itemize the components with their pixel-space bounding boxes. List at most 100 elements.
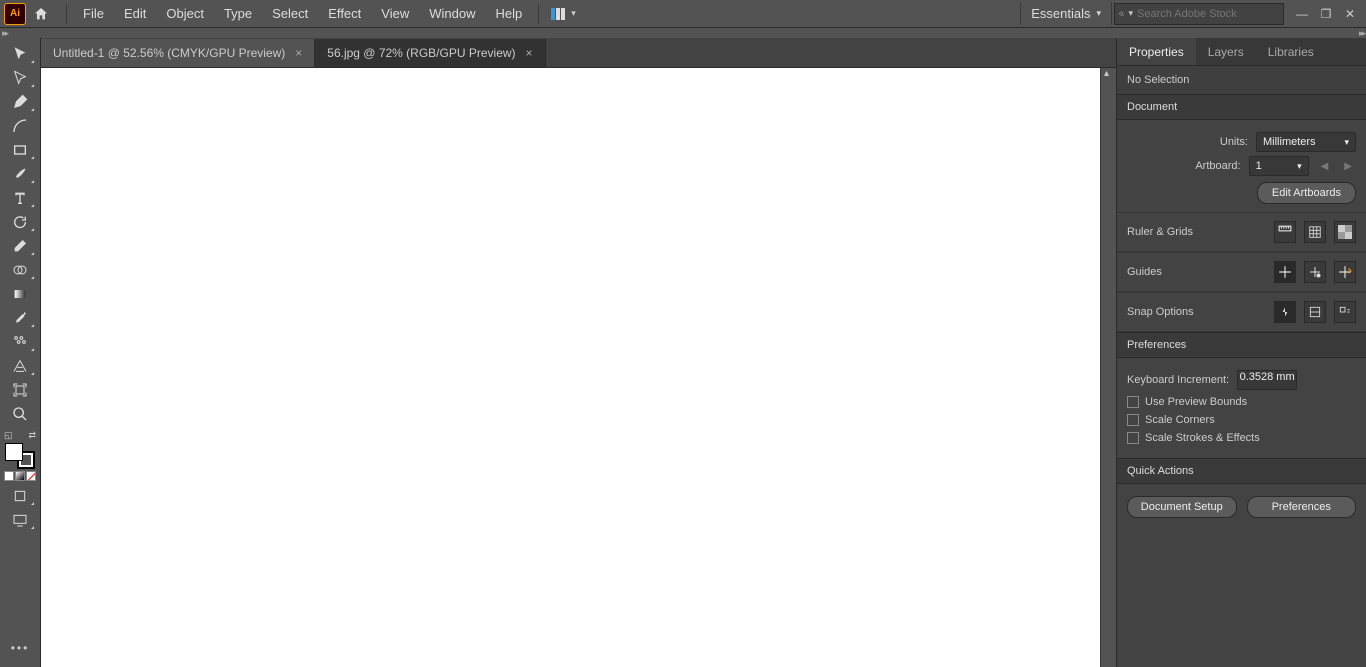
screen-mode-button[interactable]: [4, 508, 36, 531]
panel-tab-libraries[interactable]: Libraries: [1256, 38, 1326, 65]
document-area: Untitled-1 @ 52.56% (CMYK/GPU Preview) ×…: [41, 38, 1116, 667]
document-tab[interactable]: 56.jpg @ 72% (RGB/GPU Preview) ×: [315, 39, 545, 67]
document-tab[interactable]: Untitled-1 @ 52.56% (CMYK/GPU Preview) ×: [41, 39, 315, 67]
chevron-down-icon: ▾: [1297, 161, 1302, 172]
home-button[interactable]: [28, 1, 54, 27]
panel-tab-bar: Properties Layers Libraries: [1117, 38, 1366, 66]
symbol-sprayer-tool[interactable]: [4, 330, 36, 353]
properties-panel: Properties Layers Libraries No Selection…: [1116, 38, 1366, 667]
units-label: Units:: [1220, 136, 1248, 148]
menu-help[interactable]: Help: [485, 2, 532, 25]
color-mode-none[interactable]: [26, 471, 36, 481]
close-icon[interactable]: ×: [295, 46, 302, 60]
type-tool[interactable]: [4, 186, 36, 209]
vertical-scrollbar[interactable]: [1100, 68, 1116, 667]
smart-guides-icon[interactable]: [1334, 261, 1356, 283]
minimize-button[interactable]: —: [1290, 4, 1314, 24]
ruler-grids-label: Ruler & Grids: [1127, 226, 1193, 238]
menu-effect[interactable]: Effect: [318, 2, 371, 25]
swap-colors-icon[interactable]: ⇄: [28, 430, 36, 441]
menu-file[interactable]: File: [73, 2, 114, 25]
tab-label: 56.jpg @ 72% (RGB/GPU Preview): [327, 46, 515, 60]
panel-tab-properties[interactable]: Properties: [1117, 38, 1196, 65]
chevron-down-icon: ▾: [1128, 8, 1133, 19]
maximize-button[interactable]: ❐: [1314, 4, 1338, 24]
keyboard-increment-input[interactable]: 0.3528 mm: [1237, 370, 1297, 390]
artboard-value: 1: [1256, 160, 1262, 172]
prev-artboard-button[interactable]: ◀: [1317, 161, 1333, 172]
edit-toolbar-button[interactable]: •••: [7, 637, 34, 659]
keyboard-increment-label: Keyboard Increment:: [1127, 374, 1229, 386]
menubar: Ai File Edit Object Type Select Effect V…: [0, 0, 1366, 28]
search-icon: [1119, 8, 1124, 20]
default-colors-icon[interactable]: ◱: [4, 430, 13, 441]
direct-selection-tool[interactable]: [4, 66, 36, 89]
menu-window[interactable]: Window: [419, 2, 485, 25]
section-preferences-heading: Preferences: [1117, 332, 1366, 358]
menu-view[interactable]: View: [371, 2, 419, 25]
snap-to-pixel-icon[interactable]: [1334, 301, 1356, 323]
separator: [66, 4, 67, 24]
check-use-preview-bounds[interactable]: Use Preview Bounds: [1127, 396, 1356, 408]
next-artboard-button[interactable]: ▶: [1340, 161, 1356, 172]
rotate-tool[interactable]: [4, 210, 36, 233]
eraser-tool[interactable]: [4, 234, 36, 257]
canvas[interactable]: [41, 68, 1100, 667]
artboard-label: Artboard:: [1195, 160, 1240, 172]
dock-collapse-bar: ▸▸ ▸▸: [0, 28, 1366, 38]
menu-object[interactable]: Object: [156, 2, 214, 25]
curvature-tool[interactable]: [4, 114, 36, 137]
fill-stroke-swatch[interactable]: [5, 443, 35, 469]
gradient-tool[interactable]: [4, 282, 36, 305]
lock-guides-icon[interactable]: [1304, 261, 1326, 283]
draw-mode-row: [4, 471, 36, 481]
draw-normal-icon[interactable]: [4, 484, 36, 507]
expand-toolbar-icon[interactable]: ▸▸: [2, 28, 7, 38]
snap-to-point-icon[interactable]: [1274, 301, 1296, 323]
check-scale-strokes-effects[interactable]: Scale Strokes & Effects: [1127, 432, 1356, 444]
shape-builder-tool[interactable]: [4, 258, 36, 281]
menu-select[interactable]: Select: [262, 2, 318, 25]
arrange-documents-button[interactable]: ▾: [545, 6, 582, 22]
perspective-grid-tool[interactable]: [4, 354, 36, 377]
collapse-panel-icon[interactable]: ▸▸: [1359, 28, 1364, 38]
menu-type[interactable]: Type: [214, 2, 262, 25]
app-logo-icon: Ai: [4, 3, 26, 25]
workspace-label: Essentials: [1031, 6, 1090, 21]
artboard-tool[interactable]: [4, 378, 36, 401]
transparency-grid-icon[interactable]: [1334, 221, 1356, 243]
snap-to-grid-icon[interactable]: [1304, 301, 1326, 323]
artboard-select[interactable]: 1 ▾: [1249, 156, 1309, 176]
menu-edit[interactable]: Edit: [114, 2, 156, 25]
search-stock-box[interactable]: ▾: [1114, 3, 1284, 25]
pen-tool[interactable]: [4, 90, 36, 113]
units-select[interactable]: Millimeters ▾: [1256, 132, 1356, 152]
panel-tab-layers[interactable]: Layers: [1196, 38, 1256, 65]
document-setup-button[interactable]: Document Setup: [1127, 496, 1237, 518]
chevron-down-icon: ▾: [1344, 137, 1349, 148]
color-mode-gradient[interactable]: [15, 471, 25, 481]
fill-color[interactable]: [5, 443, 23, 461]
preferences-button[interactable]: Preferences: [1247, 496, 1357, 518]
selection-tool[interactable]: [4, 42, 36, 65]
show-guides-icon[interactable]: [1274, 261, 1296, 283]
zoom-tool[interactable]: [4, 402, 36, 425]
eyedropper-tool[interactable]: [4, 306, 36, 329]
arrange-icon: [551, 8, 567, 20]
section-document-heading: Document: [1117, 94, 1366, 120]
close-icon[interactable]: ×: [526, 46, 533, 60]
close-button[interactable]: ✕: [1338, 4, 1362, 24]
window-controls: — ❐ ✕: [1290, 4, 1362, 24]
document-tab-bar: Untitled-1 @ 52.56% (CMYK/GPU Preview) ×…: [41, 38, 1116, 68]
rectangle-tool[interactable]: [4, 138, 36, 161]
color-mode-solid[interactable]: [4, 471, 14, 481]
edit-artboards-button[interactable]: Edit Artboards: [1257, 182, 1356, 204]
paintbrush-tool[interactable]: [4, 162, 36, 185]
check-scale-corners[interactable]: Scale Corners: [1127, 414, 1356, 426]
grid-icon[interactable]: [1304, 221, 1326, 243]
search-input[interactable]: [1137, 8, 1279, 20]
checkbox-icon: [1127, 396, 1139, 408]
guides-label: Guides: [1127, 266, 1162, 278]
workspace-switcher[interactable]: Essentials ▾: [1020, 2, 1112, 25]
ruler-icon[interactable]: [1274, 221, 1296, 243]
